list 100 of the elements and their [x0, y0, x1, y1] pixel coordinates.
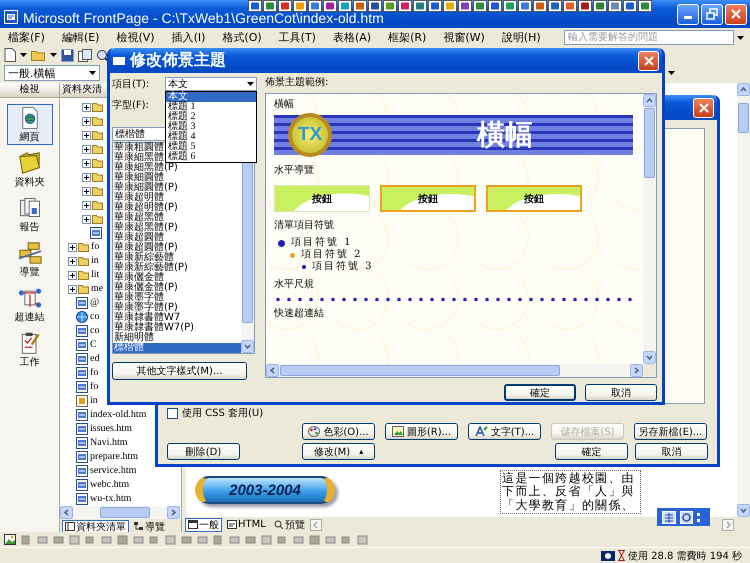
expand-icon[interactable]	[68, 242, 77, 252]
drawing-tool-icon[interactable]	[53, 534, 64, 545]
expand-icon[interactable]	[82, 200, 91, 210]
scroll-arrow-button[interactable]	[737, 504, 750, 518]
scroll-arrow-button[interactable]	[60, 506, 73, 520]
vertical-scrollbar[interactable]	[643, 94, 656, 364]
drawing-tool-icon[interactable]	[69, 534, 80, 545]
dropdown-option[interactable]: 標題 3	[166, 122, 256, 132]
font-option[interactable]: 華康超明體(P)	[113, 203, 241, 213]
drawing-tool-icon[interactable]	[197, 534, 208, 545]
dropdown-option[interactable]: 標題 4	[166, 132, 256, 142]
tree-item[interactable]: fo	[90, 381, 98, 394]
scroll-thumb[interactable]	[100, 507, 150, 518]
tree-item[interactable]: wu-tx.htm	[90, 493, 132, 506]
font-option[interactable]: 華康超黑體(P)	[113, 223, 241, 233]
font-option[interactable]: 華康超黑體	[113, 213, 241, 223]
scroll-arrow-button[interactable]	[167, 506, 180, 520]
help-field[interactable]: 輸入需要解答的問題	[564, 30, 734, 46]
tree-item[interactable]: fo	[91, 241, 100, 254]
window-menu-icon[interactable]	[113, 56, 125, 64]
expand-icon[interactable]	[82, 144, 91, 154]
scroll-arrow-button[interactable]	[630, 364, 643, 377]
app-icon[interactable]	[548, 0, 562, 12]
app-icon[interactable]	[323, 0, 337, 12]
menu-item[interactable]: 格式(O)	[220, 29, 264, 46]
menu-item[interactable]: 檔案(F)	[6, 29, 47, 46]
app-icon[interactable]	[248, 0, 262, 12]
menu-item[interactable]: 視窗(W)	[441, 29, 487, 46]
tree-item[interactable]: C	[90, 339, 97, 352]
app-icon[interactable]	[443, 0, 457, 12]
expand-icon[interactable]	[68, 284, 77, 294]
tree-item[interactable]: index-old.htm	[90, 409, 146, 422]
dropdown-option[interactable]: 本文	[166, 92, 256, 102]
menu-item[interactable]: 插入(I)	[170, 29, 208, 46]
font-option[interactable]: 華康細圓體(P)	[113, 183, 241, 193]
scroll-right-button[interactable]	[722, 518, 734, 531]
app-icon[interactable]	[473, 0, 487, 12]
dialog-button[interactable]: 另存新檔(E)...	[634, 423, 707, 440]
tree-item[interactable]: prepare.htm	[90, 451, 138, 464]
drawing-tool-icon[interactable]	[325, 534, 336, 545]
scroll-arrow-button[interactable]	[737, 83, 750, 96]
nav-button[interactable]: 按鈕	[486, 185, 582, 212]
app-icon[interactable]	[518, 0, 532, 12]
app-icon[interactable]	[578, 0, 592, 12]
app-icon[interactable]	[608, 0, 622, 12]
scroll-thumb[interactable]	[738, 103, 749, 134]
dialog-button[interactable]: 修改(M) ▴	[302, 443, 375, 460]
scroll-arrow-button[interactable]	[643, 94, 656, 107]
scroll-thumb[interactable]	[280, 365, 560, 376]
drawing-tool-icon[interactable]	[117, 534, 128, 545]
app-icon[interactable]	[413, 0, 427, 12]
horizontal-scrollbar[interactable]	[60, 506, 180, 520]
app-icon[interactable]	[398, 0, 412, 12]
view-button[interactable]: 工作	[6, 329, 52, 370]
font-option[interactable]: 華康墨字體	[113, 293, 241, 303]
font-option[interactable]: 華康隸書體W7	[113, 313, 241, 323]
horizontal-scrollbar[interactable]	[266, 364, 643, 377]
drawing-tool-icon[interactable]	[21, 534, 32, 545]
menu-item[interactable]: 說明(H)	[500, 29, 543, 46]
font-option[interactable]: 華康超圓體	[113, 233, 241, 243]
font-option[interactable]: 華康超明體	[113, 193, 241, 203]
font-option[interactable]: 華康細黑體(P)	[113, 163, 241, 173]
view-button[interactable]: 超連結	[6, 284, 52, 326]
drawing-tool-icon[interactable]	[133, 534, 144, 545]
input-method-icon[interactable]	[662, 510, 676, 524]
app-icon[interactable]	[503, 0, 517, 12]
dialog-button[interactable]: 刪除(D)	[167, 443, 240, 460]
minimize-button[interactable]	[677, 4, 699, 25]
dialog-button[interactable]: 確定	[504, 384, 576, 401]
view-button[interactable]: 網頁	[6, 104, 52, 146]
panel-tab[interactable]: 導覽	[131, 520, 168, 534]
restore-button[interactable]	[701, 4, 723, 25]
close-button[interactable]	[725, 4, 747, 25]
app-icon[interactable]	[638, 0, 652, 12]
dialog-button[interactable]: 取消	[585, 384, 657, 401]
dropdown-option[interactable]: 標題 5	[166, 142, 256, 152]
options-icon[interactable]	[697, 512, 700, 522]
drawing-tool-icon[interactable]	[149, 534, 160, 545]
tree-item[interactable]: Navi.htm	[90, 437, 128, 450]
font-option[interactable]: 華康儷金體	[113, 273, 241, 283]
app-icon[interactable]	[368, 0, 382, 12]
font-option[interactable]: 華康新綜藝體(P)	[113, 263, 241, 273]
style-dropdown[interactable]: 一般.橫幅	[4, 65, 100, 82]
drawing-tool-icon[interactable]	[213, 534, 224, 545]
drawing-tool-icon[interactable]	[37, 534, 48, 545]
dialog-button[interactable]: 色彩(O)...	[302, 423, 375, 440]
app-icon[interactable]	[338, 0, 352, 12]
app-icon[interactable]	[533, 0, 547, 12]
scroll-arrow-button[interactable]	[266, 364, 279, 377]
drawing-tool-icon[interactable]	[357, 534, 368, 545]
app-icon[interactable]	[293, 0, 307, 12]
drawing-tool-icon[interactable]	[181, 534, 192, 545]
drawing-tool-icon[interactable]	[261, 534, 272, 545]
nav-button[interactable]: 按鈕	[274, 185, 370, 212]
expand-icon[interactable]	[82, 214, 91, 224]
view-button[interactable]: 資料夾	[6, 149, 52, 190]
drawing-tool-icon[interactable]	[293, 534, 304, 545]
tree-item[interactable]: lit	[91, 269, 100, 282]
tree-item[interactable]: in	[90, 395, 98, 408]
drawing-tool-icon[interactable]	[165, 534, 176, 545]
